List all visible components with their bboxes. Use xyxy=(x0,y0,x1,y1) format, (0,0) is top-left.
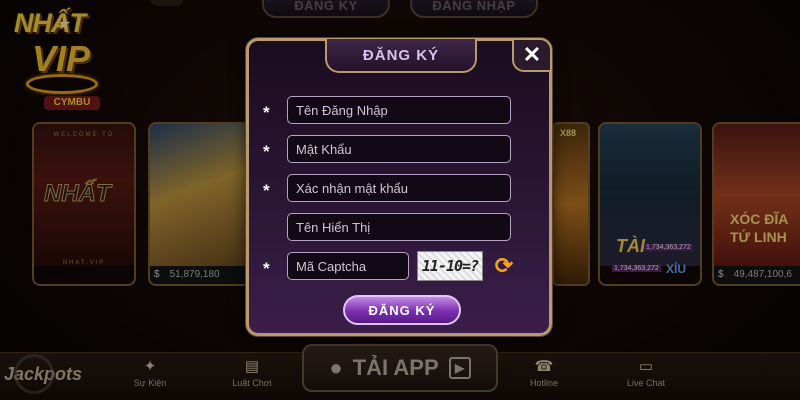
register-modal: ĐĂNG KÝ ✕ * Tên Đăng Nhập * Mật Khẩu * X… xyxy=(246,38,552,336)
optional-spacer xyxy=(263,224,287,230)
username-input[interactable]: Tên Đăng Nhập xyxy=(287,96,511,124)
display-name-input[interactable]: Tên Hiển Thị xyxy=(287,213,511,241)
row-display-name: Tên Hiển Thị xyxy=(263,212,511,242)
captcha-input[interactable]: Mã Captcha xyxy=(287,252,409,280)
required-mark: * xyxy=(263,103,270,122)
required-mark: * xyxy=(263,181,270,200)
row-username: * Tên Đăng Nhập xyxy=(263,95,511,125)
register-submit-button[interactable]: ĐĂNG KÝ xyxy=(343,295,461,325)
password-input[interactable]: Mật Khẩu xyxy=(287,135,511,163)
required-mark: * xyxy=(263,259,270,278)
confirm-password-input[interactable]: Xác nhận mật khẩu xyxy=(287,174,511,202)
row-confirm-password: * Xác nhận mật khẩu xyxy=(263,173,511,203)
close-button[interactable]: ✕ xyxy=(512,38,552,72)
modal-title: ĐĂNG KÝ xyxy=(325,39,477,73)
captcha-image: 11-10=? xyxy=(417,251,483,281)
row-captcha: * Mã Captcha 11-10=? ⟳ xyxy=(263,251,517,281)
close-icon: ✕ xyxy=(522,42,542,67)
required-mark: * xyxy=(263,142,270,161)
refresh-captcha-icon[interactable]: ⟳ xyxy=(491,253,517,279)
row-password: * Mật Khẩu xyxy=(263,134,511,164)
app-screen: ĐĂNG KÝ ĐĂNG NHẬP NHẤT ★ VIP CYMBU WELCO… xyxy=(0,0,800,400)
